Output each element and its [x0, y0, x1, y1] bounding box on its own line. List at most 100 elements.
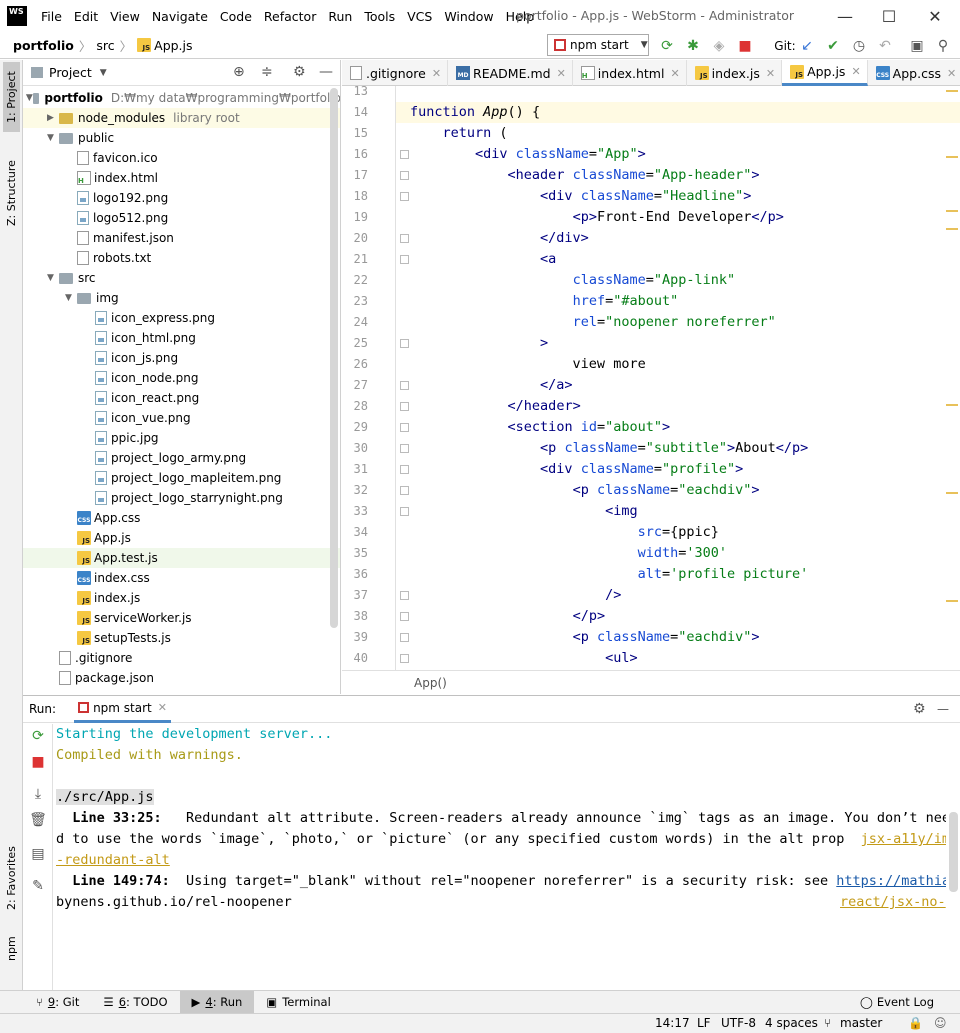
coverage-icon[interactable]: ◈: [710, 37, 728, 55]
close-icon[interactable]: ✕: [557, 67, 566, 80]
tree-item[interactable]: icon_react.png: [23, 388, 340, 408]
tree-item[interactable]: JS App.js: [23, 528, 340, 548]
tree-item[interactable]: icon_node.png: [23, 368, 340, 388]
maximize-button[interactable]: ☐: [866, 0, 912, 32]
bottom-tab[interactable]: ▶ 4: Run: [179, 990, 255, 1014]
console-url-link[interactable]: https://mathias: [836, 873, 946, 889]
tree-item[interactable]: ▼ portfolio D:₩my data₩programming₩portfol…: [23, 88, 340, 108]
line-separator[interactable]: LF: [697, 1016, 711, 1030]
collapse-all-icon[interactable]: ≑: [261, 64, 273, 80]
fold-marker[interactable]: [400, 507, 409, 516]
git-branch[interactable]: master: [840, 1016, 882, 1030]
tree-item[interactable]: favicon.ico: [23, 148, 340, 168]
bottom-tab[interactable]: ▣ Terminal: [254, 991, 342, 1014]
chevron-right-icon[interactable]: ▶: [47, 113, 59, 123]
menu-vcs[interactable]: VCS: [401, 9, 438, 24]
console-output[interactable]: Starting the development server... Compil…: [54, 724, 946, 990]
project-scrollbar[interactable]: [330, 88, 338, 628]
hide-panel-icon[interactable]: —: [319, 64, 333, 80]
editor-tab[interactable]: CSS App.css ✕: [868, 60, 960, 86]
editor-tab[interactable]: JS index.js ✕: [687, 60, 783, 86]
git-history-icon[interactable]: ◷: [850, 37, 868, 55]
file-encoding[interactable]: UTF-8: [721, 1016, 756, 1030]
run-config-select[interactable]: npm start ▼: [547, 34, 649, 56]
scroll-to-end-icon[interactable]: ⤓: [30, 786, 46, 802]
tree-item[interactable]: logo192.png: [23, 188, 340, 208]
console-rule-link[interactable]: react/jsx-no-: [840, 892, 946, 913]
fold-marker[interactable]: [400, 150, 409, 159]
gear-icon[interactable]: ⚙: [293, 64, 306, 80]
fold-marker[interactable]: [400, 444, 409, 453]
menu-edit[interactable]: Edit: [68, 9, 104, 24]
tree-item[interactable]: Hindex.html: [23, 168, 340, 188]
breadcrumb-project[interactable]: portfolio: [13, 38, 74, 53]
fold-marker[interactable]: [400, 486, 409, 495]
tree-item[interactable]: JS setupTests.js: [23, 628, 340, 648]
indent-setting[interactable]: 4 spaces: [765, 1016, 818, 1030]
close-window-button[interactable]: ✕: [912, 0, 958, 32]
tree-item[interactable]: icon_express.png: [23, 308, 340, 328]
fold-marker[interactable]: [400, 381, 409, 390]
fold-marker[interactable]: [400, 612, 409, 621]
fold-marker[interactable]: [400, 171, 409, 180]
console-line-ref[interactable]: Line 149:74:: [56, 873, 170, 889]
rerun-icon[interactable]: ⟳: [30, 728, 46, 744]
tree-item[interactable]: ▶ node_modules library root: [23, 108, 340, 128]
close-icon[interactable]: ✕: [851, 65, 860, 78]
project-view-select[interactable]: Project: [49, 65, 92, 80]
tree-item[interactable]: ppic.jpg: [23, 428, 340, 448]
editor-tab[interactable]: .gitignore ✕: [342, 60, 449, 86]
git-commit-icon[interactable]: ✔: [824, 37, 842, 55]
tree-item[interactable]: manifest.json: [23, 228, 340, 248]
run-tab-npm-start[interactable]: npm start ✕: [74, 695, 171, 723]
tree-item[interactable]: JS App.test.js: [23, 548, 340, 568]
bottom-tab[interactable]: ☰ 6: TODO: [91, 991, 179, 1014]
tree-item[interactable]: CSS index.css: [23, 568, 340, 588]
tree-item[interactable]: ▼ public: [23, 128, 340, 148]
console-rule-link[interactable]: -redundant-alt: [56, 852, 170, 868]
chevron-down-icon[interactable]: ▼: [47, 133, 59, 143]
debug-icon[interactable]: ✱: [684, 37, 702, 55]
chevron-down-icon[interactable]: ▼: [65, 293, 77, 303]
cursor-position[interactable]: 14:17: [655, 1016, 690, 1030]
menu-code[interactable]: Code: [214, 9, 258, 24]
menu-window[interactable]: Window: [438, 9, 499, 24]
tree-item[interactable]: .gitignore: [23, 648, 340, 668]
fold-marker[interactable]: [400, 255, 409, 264]
menu-navigate[interactable]: Navigate: [146, 9, 214, 24]
tree-item[interactable]: ▼ img: [23, 288, 340, 308]
editor-tab[interactable]: Hindex.html ✕: [573, 60, 687, 86]
breadcrumb-file[interactable]: App.js: [154, 38, 192, 53]
tool-tab-favorites[interactable]: 2: Favorites: [3, 838, 20, 918]
lock-icon[interactable]: 🔒: [908, 1016, 923, 1030]
fold-marker[interactable]: [400, 402, 409, 411]
bottom-tab[interactable]: ⑂ 9: Git: [24, 991, 91, 1014]
tree-item[interactable]: JS index.js: [23, 588, 340, 608]
trash-icon[interactable]: 🗑: [29, 812, 47, 828]
fold-marker[interactable]: [400, 339, 409, 348]
fold-marker[interactable]: [400, 234, 409, 243]
console-line-ref[interactable]: Line 33:25:: [56, 810, 161, 826]
menu-file[interactable]: File: [35, 9, 68, 24]
minimize-button[interactable]: —: [822, 0, 868, 32]
tree-item[interactable]: ▼ src: [23, 268, 340, 288]
tree-item[interactable]: project_logo_army.png: [23, 448, 340, 468]
fold-marker[interactable]: [400, 423, 409, 432]
chevron-down-icon[interactable]: ▼: [47, 273, 59, 283]
close-icon[interactable]: ✕: [670, 67, 679, 80]
tree-item[interactable]: logo512.png: [23, 208, 340, 228]
close-icon[interactable]: ✕: [947, 67, 956, 80]
fold-marker[interactable]: [400, 633, 409, 642]
git-update-icon[interactable]: ↙: [798, 37, 816, 55]
fold-marker[interactable]: [400, 465, 409, 474]
tree-item[interactable]: CSS App.css: [23, 508, 340, 528]
tree-item[interactable]: project_logo_starrynight.png: [23, 488, 340, 508]
chevron-down-icon[interactable]: ▼: [26, 93, 33, 103]
tree-item[interactable]: icon_vue.png: [23, 408, 340, 428]
menu-run[interactable]: Run: [322, 9, 358, 24]
pin-icon[interactable]: ✎: [30, 878, 46, 894]
inspector-icon[interactable]: ☺: [934, 1016, 947, 1030]
console-rule-link[interactable]: jsx-a11y/img: [861, 831, 946, 847]
editor-tab[interactable]: JS App.js ✕: [782, 60, 868, 86]
menu-tools[interactable]: Tools: [358, 9, 401, 24]
